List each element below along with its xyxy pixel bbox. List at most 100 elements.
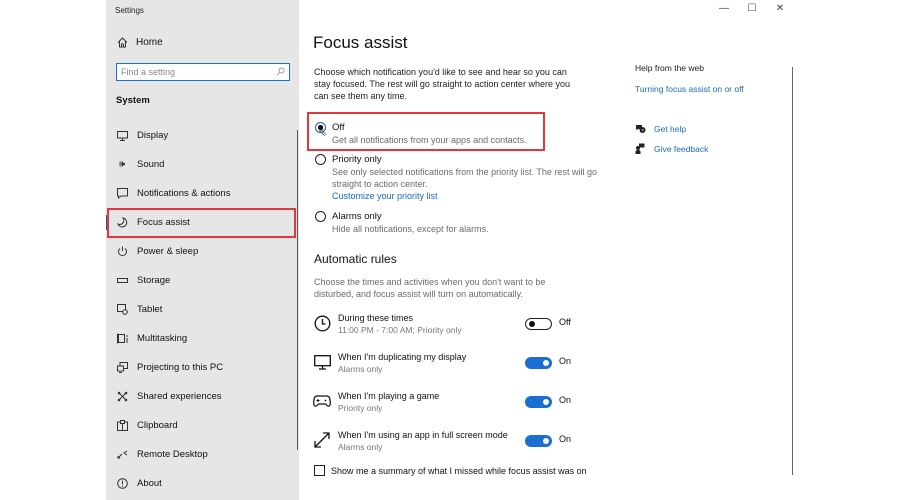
rule-title: When I'm duplicating my display: [338, 352, 467, 362]
option-alarms-only[interactable]: Alarms only Hide all notifications, exce…: [315, 210, 597, 235]
display-icon: [313, 353, 331, 371]
sidebar-item-label: Power & sleep: [137, 246, 199, 257]
info-icon: [116, 478, 128, 490]
sidebar-item-about[interactable]: About: [106, 469, 299, 498]
summary-label: Show me a summary of what I missed while…: [331, 465, 587, 476]
toggle-duplicating-display[interactable]: [525, 357, 552, 369]
shared-icon: [116, 391, 128, 403]
toggle-full-screen[interactable]: [525, 435, 552, 447]
sidebar-item-storage[interactable]: Storage: [106, 266, 299, 295]
summary-option[interactable]: Show me a summary of what I missed while…: [314, 465, 587, 476]
chat-help-icon: ?: [634, 124, 646, 134]
sidebar-item-label: Notifications & actions: [137, 188, 231, 199]
option-label: Alarms only: [332, 211, 382, 222]
help-title: Help from the web: [635, 63, 704, 73]
toggle-state: On: [559, 356, 572, 366]
customize-priority-link[interactable]: Customize your priority list: [332, 190, 597, 202]
get-help-label: Get help: [654, 124, 687, 134]
search-box[interactable]: [116, 63, 290, 81]
sidebar-item-label: Storage: [137, 275, 171, 286]
sidebar-home[interactable]: Home: [116, 37, 163, 48]
power-icon: [116, 246, 128, 258]
summary-checkbox[interactable]: [314, 465, 325, 476]
feedback-icon: [634, 143, 646, 154]
rule-duplicating-display[interactable]: When I'm duplicating my display Alarms o…: [313, 351, 578, 381]
speaker-icon: 🕪: [118, 159, 126, 170]
option-off[interactable]: Off Get all notifications from your apps…: [315, 121, 597, 146]
app-title: Settings: [115, 6, 144, 15]
rule-sub: Priority only: [338, 403, 383, 413]
sidebar-item-shared-experiences[interactable]: Shared experiences: [106, 382, 299, 411]
rule-full-screen[interactable]: When I'm using an app in full screen mod…: [313, 429, 578, 459]
toggle-state: On: [559, 395, 572, 405]
radio-alarms-only[interactable]: [315, 211, 326, 222]
rule-during-times[interactable]: During these times 11:00 PM - 7:00 AM; P…: [313, 312, 578, 342]
maximize-button[interactable]: ☐: [739, 3, 765, 17]
tablet-icon: [116, 304, 128, 316]
remote-desktop-icon: [116, 449, 128, 461]
sidebar-item-display[interactable]: Display: [106, 121, 299, 150]
help-link-focus-assist[interactable]: Turning focus assist on or off: [635, 84, 744, 94]
toggle-state: Off: [559, 317, 571, 327]
sidebar-scrollbar[interactable]: [297, 130, 298, 450]
option-priority-only[interactable]: Priority only See only selected notifica…: [315, 153, 597, 202]
sidebar-item-label: Clipboard: [137, 420, 178, 431]
toggle-state: On: [559, 434, 572, 444]
rule-title: When I'm using an app in full screen mod…: [338, 430, 508, 440]
rule-sub: 11:00 PM - 7:00 AM; Priority only: [338, 325, 462, 335]
rule-sub: Alarms only: [338, 442, 383, 452]
moon-icon: [116, 217, 128, 229]
sidebar-item-label: Shared experiences: [137, 391, 222, 402]
sidebar-item-label: Remote Desktop: [137, 449, 208, 460]
radio-priority-only[interactable]: [315, 154, 326, 165]
sidebar-nav: Display 🕪 Sound Notifications & actions …: [106, 121, 299, 498]
get-help-link[interactable]: ? Get help: [634, 124, 686, 134]
sidebar-item-label: About: [137, 478, 162, 489]
projecting-icon: [116, 362, 128, 374]
toggle-playing-game[interactable]: [525, 396, 552, 408]
clock-icon: [313, 314, 331, 332]
home-label: Home: [136, 37, 163, 48]
minimize-button[interactable]: —: [711, 3, 737, 17]
sidebar-item-label: Sound: [137, 159, 165, 170]
notification-icon: [116, 188, 128, 200]
sidebar-item-tablet[interactable]: Tablet: [106, 295, 299, 324]
sidebar-item-label: Multitasking: [137, 333, 188, 344]
option-label: Off: [332, 122, 345, 133]
sidebar-item-power-sleep[interactable]: Power & sleep: [106, 237, 299, 266]
sidebar-item-projecting[interactable]: Projecting to this PC: [106, 353, 299, 382]
sidebar-item-focus-assist[interactable]: Focus assist: [106, 208, 299, 237]
search-icon[interactable]: [276, 67, 285, 78]
sidebar-item-remote-desktop[interactable]: Remote Desktop: [106, 440, 299, 469]
page-title: Focus assist: [313, 33, 408, 52]
monitor-icon: [116, 130, 128, 142]
mouse-cursor-icon: ⇖: [318, 127, 328, 139]
home-icon: [116, 37, 128, 48]
sidebar-item-notifications[interactable]: Notifications & actions: [106, 179, 299, 208]
sidebar-item-label: Tablet: [137, 304, 163, 315]
gamepad-icon: [313, 392, 331, 410]
toggle-during-times[interactable]: [525, 318, 552, 330]
rule-title: During these times: [338, 313, 414, 323]
clipboard-icon: [116, 420, 128, 432]
fullscreen-icon: [313, 431, 331, 449]
automatic-rules-title: Automatic rules: [314, 252, 397, 266]
sidebar-item-multitasking[interactable]: Multitasking: [106, 324, 299, 353]
content-scrollbar[interactable]: [792, 67, 793, 475]
intro-text: Choose which notification you'd like to …: [314, 67, 570, 101]
automatic-rules-desc: Choose the times and activities when you…: [314, 277, 546, 299]
rule-sub: Alarms only: [338, 364, 383, 374]
sidebar-item-label: Projecting to this PC: [137, 362, 224, 373]
give-feedback-link[interactable]: Give feedback: [634, 143, 708, 154]
sidebar: Settings Home System Display 🕪 Sound Not…: [106, 0, 299, 500]
sidebar-item-sound[interactable]: 🕪 Sound: [106, 150, 299, 179]
give-feedback-label: Give feedback: [654, 143, 709, 154]
option-label: Priority only: [332, 154, 382, 165]
close-button[interactable]: ✕: [767, 3, 793, 17]
search-input[interactable]: [121, 67, 276, 77]
sidebar-item-clipboard[interactable]: Clipboard: [106, 411, 299, 440]
rule-playing-game[interactable]: When I'm playing a game Priority only On: [313, 390, 578, 420]
option-desc: Get all notifications from your apps and…: [332, 135, 527, 145]
sidebar-item-label: Focus assist: [137, 217, 190, 228]
option-desc: Hide all notifications, except for alarm…: [332, 224, 489, 234]
